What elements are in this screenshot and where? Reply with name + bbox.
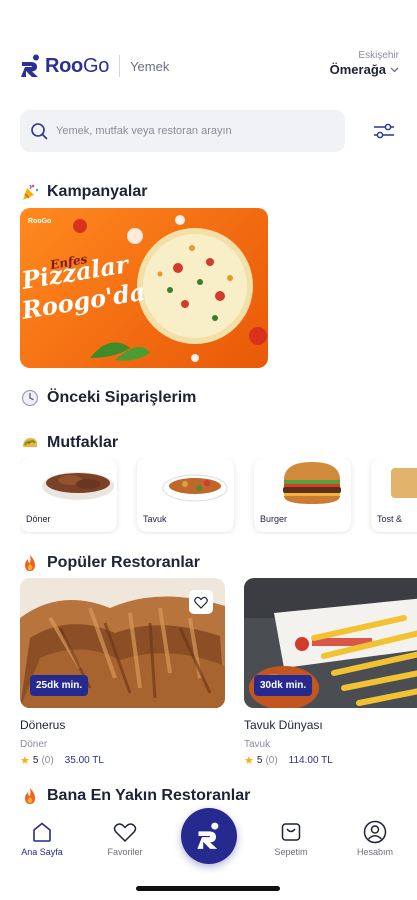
restaurant-rating: 5 (32, 755, 39, 766)
toast-image (391, 468, 417, 498)
home-indicator (136, 886, 280, 891)
delivery-time-badge: 25dk min. (30, 675, 89, 696)
nearby-title: Bana En Yakın Restoranlar (47, 786, 251, 804)
app-header: RooGo Yemek Eskişehir Ömerağa (20, 48, 399, 88)
restaurant-category: Tavuk (244, 739, 271, 750)
nav-cart-label: Sepetim (274, 847, 308, 857)
cuisine-carousel[interactable]: Döner Tavuk Burger Tost & (20, 458, 417, 534)
min-price: 35.00 TL (64, 755, 104, 766)
cart-bag-icon (281, 823, 301, 841)
cuisine-label: Döner (26, 514, 51, 524)
cuisines-title: Mutfaklar (47, 433, 119, 451)
restaurant-name: Dönerus (20, 718, 66, 732)
section-label: Yemek (130, 58, 170, 74)
restaurant-card-tavuk-dunyasi[interactable]: 30dk min. Tavuk Dünyası Tavuk ★ 5 (0) 11… (244, 578, 417, 767)
delivery-time-badge: 30dk min. (254, 675, 313, 696)
bottom-navigation: Ana Sayfa Favoriler Sepetim Hesabım (0, 808, 417, 868)
heart-icon (113, 822, 137, 842)
fire-icon (20, 553, 39, 572)
min-price: 114.00 TL (288, 755, 333, 766)
search-input[interactable] (56, 125, 326, 137)
campaign-banner[interactable]: RooGo Enfes Pizzalar Roogo'da (20, 208, 268, 368)
nav-favorites-label: Favoriler (107, 847, 143, 857)
review-count: (0) (265, 755, 278, 766)
search-row (20, 110, 397, 152)
location-selector[interactable]: Eskişehir Ömerağa (330, 50, 399, 77)
party-popper-icon (20, 182, 39, 201)
search-box[interactable] (20, 110, 345, 152)
cuisine-label: Tost & (377, 514, 403, 524)
location-area-label: Ömerağa (329, 62, 386, 77)
restaurant-name: Tavuk Dünyası (244, 718, 323, 732)
restaurant-meta: ★ 5 (0) 35.00 TL (20, 754, 225, 767)
filter-button[interactable] (371, 118, 397, 144)
doner-image (42, 472, 114, 500)
brand-name: RooGo (45, 55, 109, 78)
restaurant-image: 25dk min. (20, 578, 225, 708)
review-count: (0) (41, 755, 54, 766)
nav-account-label: Hesabım (356, 847, 393, 857)
home-icon (33, 822, 51, 842)
cuisine-card-tavuk[interactable]: Tavuk (137, 458, 234, 532)
cuisine-card-doner[interactable]: Döner (20, 458, 117, 532)
roogo-logo-icon (21, 54, 39, 77)
nav-roogo-center-button[interactable] (181, 808, 237, 864)
burger-image (283, 462, 341, 504)
nav-home[interactable]: Ana Sayfa (12, 821, 72, 857)
star-icon: ★ (244, 755, 254, 767)
popular-heading: Popüler Restoranlar (20, 553, 200, 572)
nearby-heading: Bana En Yakın Restoranlar (20, 786, 250, 805)
fire-icon (20, 786, 39, 805)
nav-home-label: Ana Sayfa (21, 847, 63, 857)
nav-favorites[interactable]: Favoriler (95, 821, 155, 857)
logo-divider (119, 55, 121, 77)
restaurant-card-donerus[interactable]: 25dk min. Dönerus Döner ★ 5 (0) 35.00 TL (20, 578, 225, 767)
campaigns-heading: Kampanyalar (20, 182, 148, 201)
popular-title: Popüler Restoranlar (47, 553, 200, 571)
roogo-logo[interactable]: RooGo Yemek (20, 54, 169, 78)
filter-sliders-icon (374, 123, 394, 139)
nav-cart[interactable]: Sepetim (261, 821, 321, 857)
cuisine-card-tost[interactable]: Tost & (371, 458, 417, 532)
cuisine-label: Burger (260, 514, 288, 524)
taco-icon (20, 433, 39, 452)
user-icon (363, 820, 387, 844)
search-icon (31, 123, 48, 140)
chevron-down-icon (390, 67, 399, 72)
previous-orders-title: Önceki Siparişlerim (47, 388, 197, 406)
clock-icon (20, 388, 39, 407)
heart-icon (194, 596, 208, 609)
location-city: Eskişehir (358, 50, 399, 61)
restaurant-category: Döner (20, 739, 48, 750)
cuisines-heading: Mutfaklar (20, 433, 118, 452)
campaigns-title: Kampanyalar (47, 182, 148, 200)
nav-account[interactable]: Hesabım (345, 820, 405, 857)
restaurant-image: 30dk min. (244, 578, 417, 708)
chicken-dish-image (162, 474, 228, 502)
cuisine-card-burger[interactable]: Burger (254, 458, 351, 532)
banner-brand: RooGo (28, 218, 52, 225)
previous-orders-heading[interactable]: Önceki Siparişlerim (20, 388, 196, 407)
brand-name-light: Go (82, 54, 110, 77)
favorite-button[interactable] (189, 590, 213, 614)
location-area: Ömerağa (330, 62, 399, 77)
roogo-logo-icon (197, 822, 219, 849)
star-icon: ★ (20, 755, 30, 767)
cuisine-label: Tavuk (143, 514, 167, 524)
restaurant-rating: 5 (256, 755, 263, 766)
brand-name-bold: Roo (45, 54, 83, 77)
restaurant-meta: ★ 5 (0) 114.00 TL (244, 754, 417, 767)
